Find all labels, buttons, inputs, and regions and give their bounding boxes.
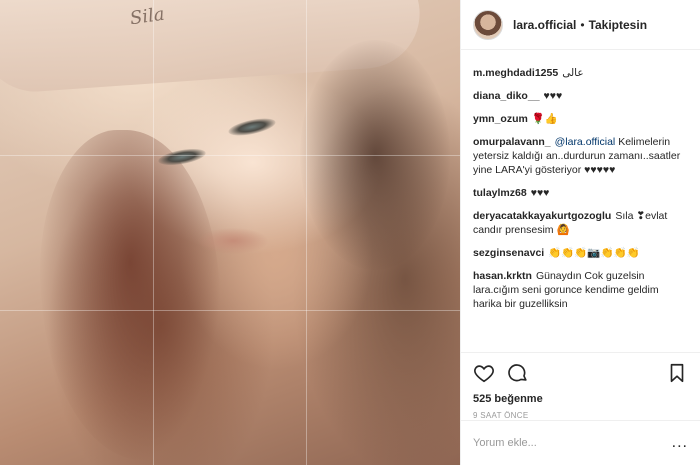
photo-hair-shape [40,130,220,460]
heart-icon[interactable] [473,362,495,384]
add-comment-bar: ... [461,420,700,465]
post-timestamp: 9 SAAT ÖNCE [473,411,529,420]
photo-grid-line [0,155,460,156]
action-icons-row [473,361,688,385]
list-item: hasan.krktn Günaydın Cok guzelsin lara.cı… [473,269,688,311]
list-item: tulaylmz68 ♥♥♥ [473,186,688,200]
list-item: m.meghdadi1255 عالی [473,66,688,80]
comment-text: 🌹👍 [531,113,558,125]
comment-username[interactable]: m.meghdadi1255 [473,67,558,79]
photo-lips [198,228,268,254]
list-item: ymn_ozum 🌹👍 [473,112,688,126]
list-item: deryacatakkayakurtgozoglu Sıla ❣evlat can… [473,209,688,237]
post-photo[interactable]: Sila [0,0,460,465]
comment-mention[interactable]: @lara.official [555,136,616,148]
list-item: sezginsenavci 👏👏👏📷👏👏👏 [473,246,688,260]
list-item: omurpalavann_ @lara.official Kelimelerin … [473,135,688,177]
comment-username[interactable]: diana_diko__ [473,90,540,102]
avatar[interactable] [473,9,503,40]
comment-text: عالی [562,67,584,79]
photo-grid-line [153,0,154,465]
comment-username[interactable]: ymn_ozum [473,113,528,125]
comment-text: 👏👏👏📷👏👏👏 [548,247,640,259]
photo-grid-line [0,310,460,311]
comment-text: ♥♥♥ [530,187,550,199]
comment-username[interactable]: hasan.krktn [473,270,532,282]
comment-username[interactable]: deryacatakkayakurtgozoglu [473,210,611,222]
comment-bubble-icon[interactable] [507,362,529,384]
follow-status-button[interactable]: Takiptesin [589,18,647,32]
header-separator: • [580,17,585,32]
photo-grid-line [306,0,307,465]
bookmark-icon[interactable] [666,362,688,384]
add-comment-input[interactable] [473,437,672,449]
post-actions: 525 beğenme 9 SAAT ÖNCE [461,352,700,420]
comment-text: ♥♥♥ [543,90,563,102]
more-options-icon[interactable]: ... [672,435,688,451]
list-item: diana_diko__ ♥♥♥ [473,89,688,103]
header-username[interactable]: lara.official [513,18,576,32]
post-side-panel: lara.official • Takiptesin m.meghdadi125… [460,0,700,465]
comment-username[interactable]: tulaylmz68 [473,187,527,199]
comments-list[interactable]: m.meghdadi1255 عالی diana_diko__ ♥♥♥ ymn_o… [461,50,700,352]
comment-username[interactable]: sezginsenavci [473,247,544,259]
comment-username[interactable]: omurpalavann_ [473,136,551,148]
photo-eye-right [227,115,277,139]
post-header: lara.official • Takiptesin [461,0,700,50]
likes-count[interactable]: 525 beğenme [473,393,688,405]
